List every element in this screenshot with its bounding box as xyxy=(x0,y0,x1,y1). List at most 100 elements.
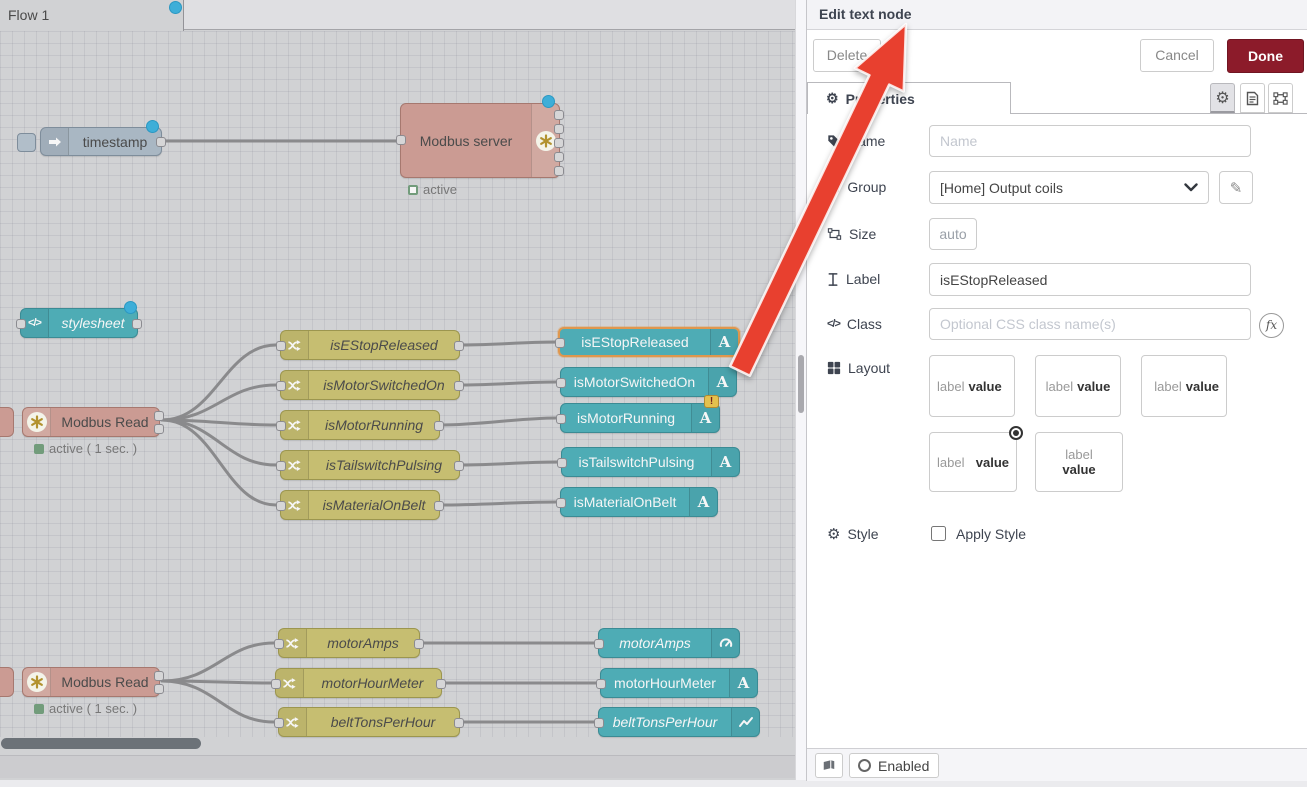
input-port[interactable] xyxy=(557,458,567,468)
tab-properties-icon[interactable]: ⚙ xyxy=(1210,83,1235,113)
done-button[interactable]: Done xyxy=(1227,39,1304,73)
input-port[interactable] xyxy=(594,639,604,649)
input-port[interactable] xyxy=(276,461,286,471)
input-port[interactable] xyxy=(556,498,566,508)
output-port-1[interactable] xyxy=(154,411,164,421)
layout-option-spread[interactable]: labelvalue xyxy=(929,432,1017,492)
group-select-value: [Home] Output coils xyxy=(940,180,1063,196)
input-port[interactable] xyxy=(274,639,284,649)
output-port-3[interactable] xyxy=(554,138,564,148)
name-input[interactable] xyxy=(929,125,1251,157)
node-modbus-read-2[interactable]: Modbus Read xyxy=(22,667,160,697)
table-icon: ⊞ xyxy=(827,177,840,197)
output-port[interactable] xyxy=(414,639,424,649)
tab-properties[interactable]: ⚙ Properties xyxy=(807,82,1011,114)
enabled-circle-icon xyxy=(858,759,871,772)
input-port[interactable] xyxy=(16,319,26,329)
cancel-button[interactable]: Cancel xyxy=(1140,39,1214,72)
output-port[interactable] xyxy=(156,137,166,147)
input-port[interactable] xyxy=(556,414,566,424)
tag-icon xyxy=(827,134,841,148)
input-port[interactable] xyxy=(274,718,284,728)
node-switch-ismotorswitchedon[interactable]: isMotorSwitchedOn xyxy=(280,370,460,400)
node-label: isEStopReleased xyxy=(309,337,459,353)
layout-option-left[interactable]: labelvalue xyxy=(929,355,1015,417)
docs-button[interactable] xyxy=(815,753,843,778)
output-port-2[interactable] xyxy=(154,684,164,694)
output-port-4[interactable] xyxy=(554,152,564,162)
layout-option-center[interactable]: labelvalue xyxy=(1035,355,1121,417)
node-text-ismaterialonbelt[interactable]: isMaterialOnBelt A xyxy=(560,487,718,517)
node-text-ismotorswitchedon[interactable]: isMotorSwitchedOn A xyxy=(560,367,737,397)
layout-option-right[interactable]: labelvalue xyxy=(1141,355,1227,417)
input-port[interactable] xyxy=(276,421,286,431)
output-port-5[interactable] xyxy=(554,166,564,176)
output-port-2[interactable] xyxy=(154,424,164,434)
output-port[interactable] xyxy=(132,319,142,329)
input-port[interactable] xyxy=(596,679,606,689)
output-port-2[interactable] xyxy=(554,124,564,134)
style-field-label: ⚙ Style xyxy=(827,518,879,550)
inject-button[interactable] xyxy=(17,133,36,152)
node-chart-belttonsperhour[interactable]: beltTonsPerHour xyxy=(598,707,760,737)
tab-appearance[interactable] xyxy=(1268,83,1293,113)
tab-description[interactable] xyxy=(1240,83,1265,113)
output-port[interactable] xyxy=(454,718,464,728)
output-port[interactable] xyxy=(454,461,464,471)
label-input[interactable] xyxy=(929,263,1251,296)
node-switch-ismaterialonbelt[interactable]: isMaterialOnBelt xyxy=(280,490,440,520)
output-port-1[interactable] xyxy=(154,671,164,681)
warning-badge: ! xyxy=(704,395,719,408)
node-switch-isestopreleased[interactable]: isEStopReleased xyxy=(280,330,460,360)
input-port[interactable] xyxy=(594,718,604,728)
delete-button[interactable]: Delete xyxy=(813,39,881,72)
flow-canvas[interactable]: Flow 1 timestamp Modbus server xyxy=(0,0,795,780)
node-text-ismotorrunning[interactable]: isMotorRunning A ! xyxy=(560,403,720,433)
horizontal-scrollbar[interactable] xyxy=(1,738,201,749)
node-text-istailswitchpulsing[interactable]: isTailswitchPulsing A xyxy=(561,447,740,477)
input-port[interactable] xyxy=(556,378,566,388)
apply-style-checkbox[interactable] xyxy=(931,526,946,541)
pencil-icon: ✎ xyxy=(1230,179,1243,197)
fx-button[interactable]: fx xyxy=(1259,313,1284,338)
output-port[interactable] xyxy=(434,501,444,511)
input-port[interactable] xyxy=(555,338,565,348)
input-port[interactable] xyxy=(276,381,286,391)
node-clipped[interactable] xyxy=(0,667,14,697)
node-switch-istailswitchpulsing[interactable]: isTailswitchPulsing xyxy=(280,450,460,480)
output-port[interactable] xyxy=(454,341,464,351)
node-modbus-read-1[interactable]: Modbus Read xyxy=(22,407,160,437)
node-inject-timestamp[interactable]: timestamp xyxy=(40,127,162,156)
asterisk-icon xyxy=(536,131,556,151)
node-modbus-server[interactable]: Modbus server xyxy=(400,103,560,178)
output-port-1[interactable] xyxy=(554,110,564,120)
input-port[interactable] xyxy=(396,135,406,145)
node-switch-ismotorrunning[interactable]: isMotorRunning xyxy=(280,410,440,440)
size-icon xyxy=(827,227,842,241)
input-port[interactable] xyxy=(276,341,286,351)
layout-selected-radio[interactable] xyxy=(1009,426,1023,440)
class-input[interactable] xyxy=(929,308,1251,340)
input-port[interactable] xyxy=(271,679,281,689)
output-port[interactable] xyxy=(436,679,446,689)
changed-dot xyxy=(124,301,137,314)
node-switch-motorhourmeter[interactable]: motorHourMeter xyxy=(275,668,442,698)
output-port[interactable] xyxy=(454,381,464,391)
edit-group-button[interactable]: ✎ xyxy=(1219,171,1253,204)
tray-scrollbar-track xyxy=(795,0,806,780)
node-stylesheet[interactable]: </> stylesheet xyxy=(20,308,138,338)
node-gauge-motoramps[interactable]: motorAmps xyxy=(598,628,740,658)
layout-option-stacked[interactable]: labelvalue xyxy=(1035,432,1123,492)
node-text-isestopreleased[interactable]: isEStopReleased A xyxy=(558,327,740,357)
node-text-motorhourmeter[interactable]: motorHourMeter A xyxy=(600,668,758,698)
node-switch-belttonsperhour[interactable]: beltTonsPerHour xyxy=(278,707,460,737)
input-port[interactable] xyxy=(276,501,286,511)
node-switch-motoramps[interactable]: motorAmps xyxy=(278,628,420,658)
group-select[interactable]: [Home] Output coils xyxy=(929,171,1209,204)
node-label: motorHourMeter xyxy=(304,675,441,691)
node-enabled-toggle[interactable]: Enabled xyxy=(849,753,939,778)
output-port[interactable] xyxy=(434,421,444,431)
size-auto-button[interactable]: auto xyxy=(929,218,977,250)
node-clipped[interactable] xyxy=(0,407,14,437)
tray-scrollbar-thumb[interactable] xyxy=(798,355,804,413)
